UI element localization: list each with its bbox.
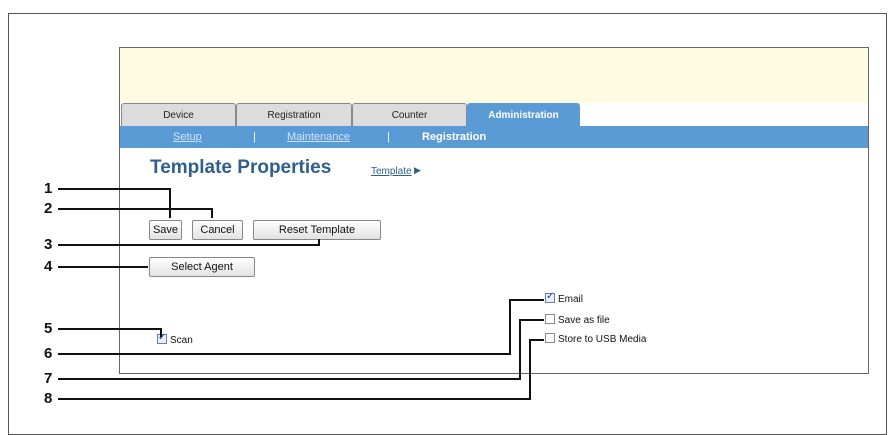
callout-2: 2 xyxy=(44,200,53,217)
callout-7: 7 xyxy=(44,370,53,387)
callout-line-2 xyxy=(58,208,213,218)
callout-line-8 xyxy=(58,339,544,400)
callout-4: 4 xyxy=(44,258,53,275)
callout-lines xyxy=(58,188,544,400)
callout-line-1 xyxy=(58,188,171,218)
callout-line-3 xyxy=(58,239,320,246)
callout-8: 8 xyxy=(44,390,53,407)
callout-1: 1 xyxy=(44,180,53,197)
callout-3: 3 xyxy=(44,236,53,253)
callout-6: 6 xyxy=(44,345,53,362)
callout-line-5 xyxy=(58,328,162,337)
callout-line-6 xyxy=(58,299,544,355)
callout-5: 5 xyxy=(44,320,53,337)
